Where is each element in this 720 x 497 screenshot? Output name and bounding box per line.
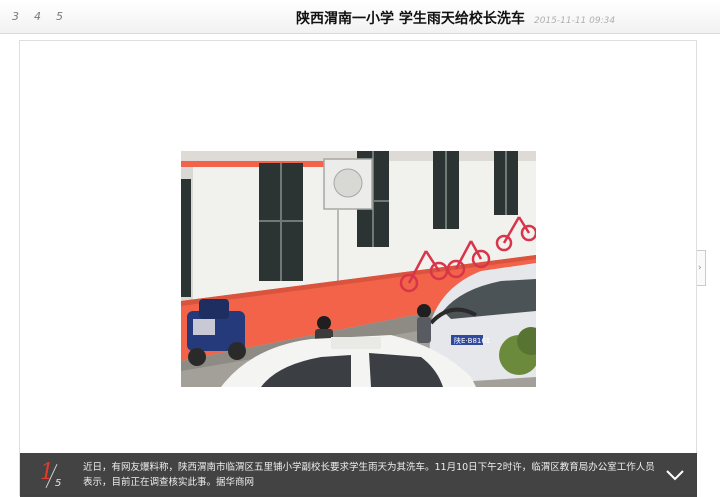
next-image-button[interactable]: › — [697, 250, 706, 286]
title-area: 陕西渭南一小学 学生雨天给校长洗车 2015-11-11 09:34 — [296, 8, 615, 28]
gallery-photo[interactable]: 陕E·B8161 — [181, 151, 536, 387]
article-title: 陕西渭南一小学 学生雨天给校长洗车 — [296, 11, 525, 27]
license-plate-text: 陕E·B8161 — [454, 336, 490, 345]
top-bar: 3 4 5 陕西渭南一小学 学生雨天给校长洗车 2015-11-11 09:34 — [0, 0, 720, 34]
image-caption: 近日，有网友爆料称，陕西渭南市临渭区五里铺小学副校长要求学生雨天为其洗车。11月… — [83, 462, 655, 488]
caption-bar: 1 5 近日，有网友爆料称，陕西渭南市临渭区五里铺小学副校长要求学生雨天为其洗车… — [20, 453, 697, 497]
total-image-count: 5 — [55, 478, 62, 489]
page-link-4[interactable]: 4 — [34, 10, 41, 23]
chevron-right-icon: › — [698, 263, 702, 273]
chevron-down-icon — [666, 470, 684, 481]
page-link-5[interactable]: 5 — [56, 10, 63, 23]
page-link-3[interactable]: 3 — [12, 10, 19, 23]
collapse-caption-button[interactable] — [663, 463, 687, 487]
publish-timestamp: 2015-11-11 09:34 — [533, 16, 616, 26]
